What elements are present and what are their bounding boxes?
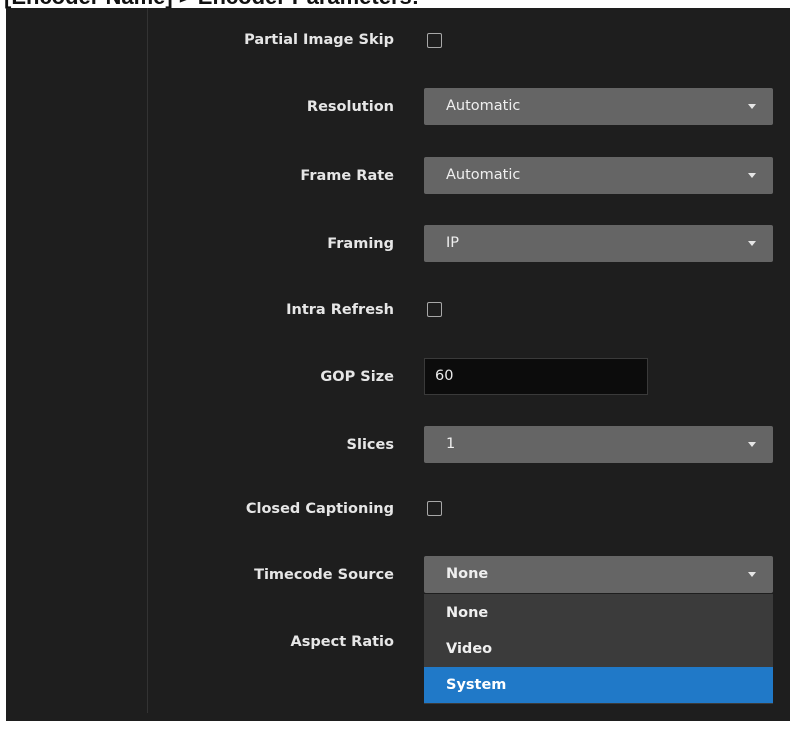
timecode-source-value: None	[446, 566, 489, 582]
encoder-parameters-panel: Partial Image Skip Resolution Automatic …	[6, 8, 790, 721]
chevron-down-icon	[748, 241, 756, 246]
sidebar-divider	[147, 8, 148, 713]
slices-value: 1	[446, 436, 456, 452]
frame-rate-select[interactable]: Automatic	[424, 157, 773, 194]
chevron-down-icon	[748, 572, 756, 577]
framing-select[interactable]: IP	[424, 225, 773, 262]
frame-rate-value: Automatic	[446, 167, 521, 183]
framing-value: IP	[446, 235, 460, 251]
chevron-down-icon	[748, 104, 756, 109]
partial-image-skip-checkbox[interactable]	[427, 33, 442, 48]
timecode-source-label: Timecode Source	[254, 567, 394, 583]
intra-refresh-label: Intra Refresh	[286, 302, 394, 318]
resolution-select[interactable]: Automatic	[424, 88, 773, 125]
gop-size-input[interactable]: 60	[424, 358, 648, 395]
dropdown-option-video[interactable]: Video	[424, 631, 773, 667]
intra-refresh-checkbox[interactable]	[427, 302, 442, 317]
chevron-down-icon	[748, 442, 756, 447]
timecode-source-dropdown: None Video System	[424, 594, 773, 704]
slices-select[interactable]: 1	[424, 426, 773, 463]
gop-size-label: GOP Size	[320, 369, 394, 385]
closed-captioning-checkbox[interactable]	[427, 501, 442, 516]
resolution-value: Automatic	[446, 98, 521, 114]
timecode-source-select[interactable]: None	[424, 556, 773, 593]
closed-captioning-label: Closed Captioning	[245, 501, 394, 517]
chevron-down-icon	[748, 173, 756, 178]
framing-label: Framing	[327, 236, 394, 252]
resolution-label: Resolution	[306, 99, 394, 115]
frame-rate-label: Frame Rate	[300, 168, 394, 184]
aspect-ratio-label: Aspect Ratio	[290, 634, 394, 650]
partial-image-skip-label: Partial Image Skip	[244, 32, 394, 48]
slices-label: Slices	[346, 437, 394, 453]
dropdown-option-none[interactable]: None	[424, 595, 773, 631]
dropdown-option-system[interactable]: System	[424, 667, 773, 703]
page-title: [Encoder Name] > Encoder Parameters:	[4, 0, 419, 8]
